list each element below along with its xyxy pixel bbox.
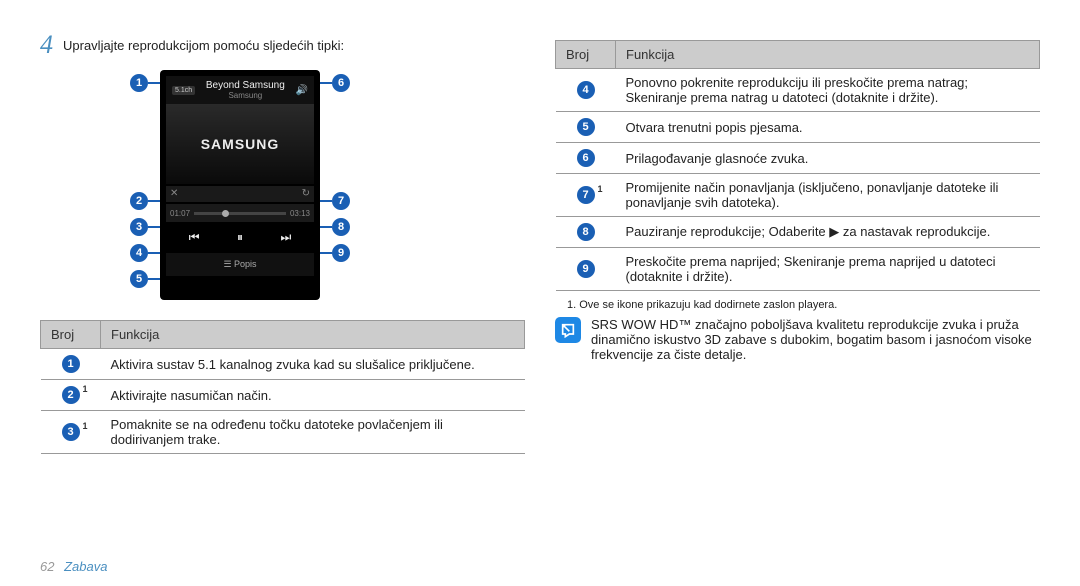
time-elapsed: 01:07 bbox=[170, 209, 190, 218]
table-row: 2 Aktivirajte nasumičan način. bbox=[41, 380, 525, 411]
row-desc: Preskočite prema naprijed; Skeniranje pr… bbox=[616, 248, 1040, 291]
pause-icon: ⏸ bbox=[237, 230, 243, 245]
callout-2: 2 bbox=[130, 192, 148, 210]
footnote: 1. Ove se ikone prikazuju kad dodirnete … bbox=[567, 299, 1040, 311]
prev-icon: ⏮ bbox=[189, 230, 200, 245]
shuffle-repeat-bar: ✕ ↻ bbox=[166, 186, 314, 202]
row-number: 3 bbox=[62, 423, 80, 441]
playback-controls: ⏮ ⏸ ⏭ bbox=[166, 222, 314, 253]
note-icon bbox=[555, 317, 581, 343]
th-function: Funkcija bbox=[101, 321, 525, 349]
surround-badge: 5.1ch bbox=[172, 86, 195, 95]
track-subtitle: Samsung bbox=[195, 91, 295, 100]
note-text: SRS WOW HD™ značajno poboljšava kvalitet… bbox=[591, 317, 1040, 362]
th-number: Broj bbox=[556, 41, 616, 69]
volume-icon: 🔊 bbox=[296, 85, 308, 96]
table-row: 5 Otvara trenutni popis pjesama. bbox=[556, 112, 1040, 143]
callout-6: 6 bbox=[332, 74, 350, 92]
playlist-button: ☰ Popis bbox=[166, 253, 314, 276]
step-text: Upravljajte reprodukcijom pomoću sljedeć… bbox=[63, 38, 344, 53]
row-desc: Ponovno pokrenite reprodukciju ili presk… bbox=[616, 69, 1040, 112]
row-number: 1 bbox=[62, 355, 80, 373]
callout-5: 5 bbox=[130, 270, 148, 288]
table-row: 3 Pomaknite se na određenu točku datotek… bbox=[41, 411, 525, 454]
track-title: Beyond Samsung bbox=[195, 80, 295, 91]
progress-bar: 01:07 03:13 bbox=[166, 204, 314, 222]
row-number: 2 bbox=[62, 386, 80, 404]
row-desc: Pauziranje reprodukcije; Odaberite ▶ za … bbox=[616, 217, 1040, 248]
th-function: Funkcija bbox=[616, 41, 1040, 69]
table-row: 8 Pauziranje reprodukcije; Odaberite ▶ z… bbox=[556, 217, 1040, 248]
shuffle-icon: ✕ bbox=[170, 188, 178, 199]
row-number: 8 bbox=[577, 223, 595, 241]
callout-1: 1 bbox=[130, 74, 148, 92]
table-row: 6 Prilagođavanje glasnoće zvuka. bbox=[556, 143, 1040, 174]
row-desc: Aktivira sustav 5.1 kanalnog zvuka kad s… bbox=[101, 349, 525, 380]
callout-3: 3 bbox=[130, 218, 148, 236]
row-desc: Promijenite način ponavljanja (isključen… bbox=[616, 174, 1040, 217]
row-desc: Aktivirajte nasumičan način. bbox=[101, 380, 525, 411]
row-number: 9 bbox=[577, 260, 595, 278]
table-row: 4 Ponovno pokrenite reprodukciju ili pre… bbox=[556, 69, 1040, 112]
row-number: 6 bbox=[577, 149, 595, 167]
phone-illustration: 1 2 3 4 5 6 7 8 9 5.1ch bbox=[80, 70, 420, 310]
step-number: 4 bbox=[40, 30, 53, 60]
section-name: Zabava bbox=[64, 559, 107, 574]
step-instruction: 4 Upravljajte reprodukcijom pomoću sljed… bbox=[40, 30, 525, 60]
row-number: 5 bbox=[577, 118, 595, 136]
th-number: Broj bbox=[41, 321, 101, 349]
phone-mock: 5.1ch Beyond Samsung Samsung 🔊 SAMSUNG ✕… bbox=[160, 70, 320, 300]
row-number: 4 bbox=[577, 81, 595, 99]
repeat-icon: ↻ bbox=[302, 188, 310, 199]
row-desc: Pomaknite se na određenu točku datoteke … bbox=[101, 411, 525, 454]
callout-7: 7 bbox=[332, 192, 350, 210]
info-note: SRS WOW HD™ značajno poboljšava kvalitet… bbox=[555, 317, 1040, 362]
function-table-right: Broj Funkcija 4 Ponovno pokrenite reprod… bbox=[555, 40, 1040, 291]
table-row: 1 Aktivira sustav 5.1 kanalnog zvuka kad… bbox=[41, 349, 525, 380]
callout-8: 8 bbox=[332, 218, 350, 236]
row-desc: Otvara trenutni popis pjesama. bbox=[616, 112, 1040, 143]
time-total: 03:13 bbox=[290, 209, 310, 218]
function-table-left: Broj Funkcija 1 Aktivira sustav 5.1 kana… bbox=[40, 320, 525, 454]
page-footer: 62 Zabava bbox=[40, 559, 107, 574]
table-row: 9 Preskočite prema naprijed; Skeniranje … bbox=[556, 248, 1040, 291]
callout-4: 4 bbox=[130, 244, 148, 262]
album-art: SAMSUNG bbox=[166, 104, 314, 184]
row-number: 7 bbox=[577, 186, 595, 204]
table-row: 7 Promijenite način ponavljanja (isključ… bbox=[556, 174, 1040, 217]
page-number: 62 bbox=[40, 559, 54, 574]
row-desc: Prilagođavanje glasnoće zvuka. bbox=[616, 143, 1040, 174]
next-icon: ⏭ bbox=[280, 230, 291, 245]
callout-9: 9 bbox=[332, 244, 350, 262]
